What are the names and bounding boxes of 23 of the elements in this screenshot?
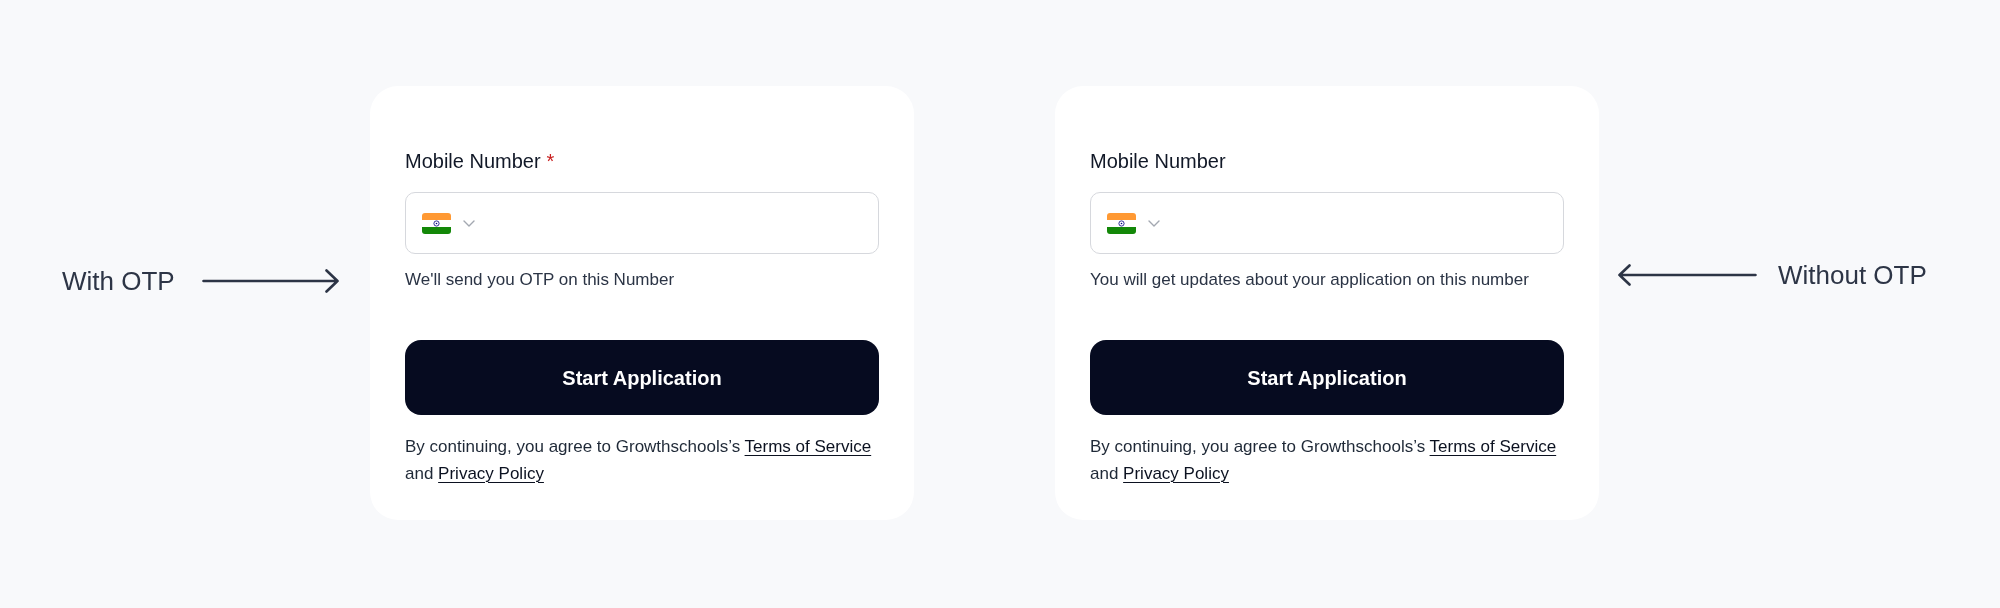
legal-link[interactable]: Terms of Service — [744, 437, 872, 456]
hint-text: We'll send you OTP on this Number — [405, 269, 676, 291]
chevron-down-icon — [1148, 219, 1160, 227]
consent-text: By continuing, you agree to Growthschools’s Terms of Service and Privacy Policy — [405, 436, 873, 485]
right-arrow-icon — [202, 269, 339, 293]
start-application-button[interactable]: Start Application — [405, 340, 879, 415]
field-label: Mobile Number — [405, 149, 541, 174]
flag-icon — [422, 212, 451, 234]
phone-field[interactable] — [1090, 192, 1564, 254]
field-label: Mobile Number — [1090, 149, 1226, 174]
flag-icon — [1107, 212, 1136, 234]
legal-link[interactable]: Terms of Service — [1429, 437, 1557, 456]
legal-link[interactable]: Privacy Policy — [438, 464, 544, 483]
required-asterisk: * — [546, 149, 555, 174]
chevron-down-icon — [463, 219, 475, 227]
annotation-label: Without OTP — [1778, 260, 1927, 290]
consent-text: By continuing, you agree to Growthschools’s Terms of Service and Privacy Policy — [1090, 436, 1558, 485]
left-arrow-icon — [1618, 264, 1757, 286]
annotation-label: With OTP — [62, 266, 176, 296]
hint-text: You will get updates about your application on this number — [1090, 269, 1530, 291]
legal-link[interactable]: Privacy Policy — [1123, 464, 1229, 483]
phone-field[interactable] — [405, 192, 879, 254]
start-application-button[interactable]: Start Application — [1090, 340, 1564, 415]
